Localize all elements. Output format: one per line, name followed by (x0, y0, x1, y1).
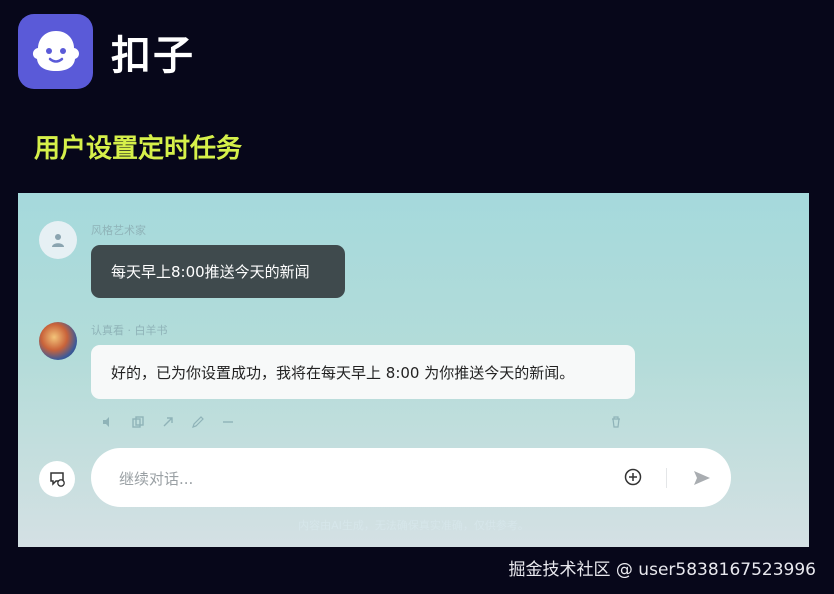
chat-panel: 风格艺术家 每天早上8:00推送今天的新闻 认真看 · 白羊书 好的，已为你设置… (18, 193, 809, 547)
watermark: 掘金技术社区 @ user5838167523996 (508, 560, 817, 580)
edit-icon[interactable] (190, 415, 206, 429)
bot-message-text: 好的，已为你设置成功，我将在每天早上 8:00 为你推送今天的新闻。 (111, 363, 575, 382)
user-avatar (39, 221, 77, 259)
add-icon[interactable] (623, 467, 643, 487)
chat-input-box (91, 448, 731, 507)
ai-disclaimer: 内容由AI生成，无法确保真实准确，仅供参考。 (298, 519, 529, 532)
page-title: 用户设置定时任务 (34, 134, 243, 164)
brand: 扣子 (18, 14, 195, 89)
speaker-icon[interactable] (100, 415, 116, 429)
message-actions (100, 415, 236, 429)
bot-avatar (39, 322, 77, 360)
chat-input[interactable] (117, 466, 581, 492)
more-icon[interactable] (220, 415, 236, 429)
send-icon[interactable] (691, 467, 713, 489)
divider (666, 468, 667, 488)
bot-name: 认真看 · 白羊书 (91, 324, 168, 337)
bot-message: 好的，已为你设置成功，我将在每天早上 8:00 为你推送今天的新闻。 (91, 345, 635, 399)
copy-icon[interactable] (130, 415, 146, 429)
ghost-icon (18, 14, 93, 89)
user-name: 风格艺术家 (91, 224, 146, 237)
user-message: 每天早上8:00推送今天的新闻 (91, 245, 345, 298)
new-topic-button[interactable] (39, 461, 75, 497)
user-message-text: 每天早上8:00推送今天的新闻 (111, 263, 310, 281)
share-icon[interactable] (160, 415, 176, 429)
brand-name: 扣子 (111, 32, 195, 79)
chat-clear-icon (50, 472, 65, 487)
person-icon (52, 234, 64, 247)
delete-icon[interactable] (609, 415, 625, 429)
